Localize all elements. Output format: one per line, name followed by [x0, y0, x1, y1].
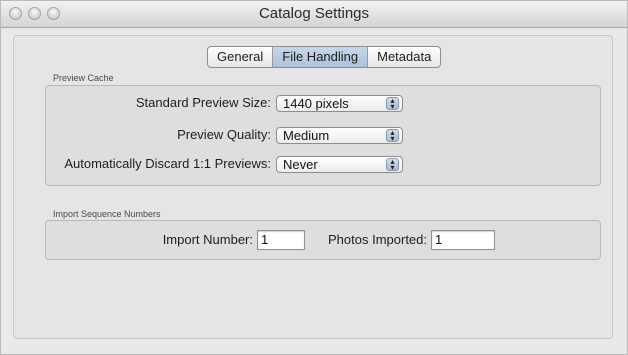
catalog-settings-window: Catalog Settings General File Handling M…: [0, 0, 628, 355]
preview-quality-label: Preview Quality:: [177, 127, 271, 142]
import-number-field[interactable]: 1: [257, 230, 305, 250]
standard-preview-size-select[interactable]: 1440 pixels ▴ ▾: [276, 95, 403, 112]
preview-cache-group-label: Preview Cache: [53, 73, 114, 83]
import-sequence-group-label: Import Sequence Numbers: [53, 209, 161, 219]
photos-imported-field[interactable]: 1: [431, 230, 495, 250]
preview-quality-value: Medium: [283, 128, 330, 143]
import-number-label: Import Number:: [162, 232, 253, 247]
tab-metadata[interactable]: Metadata: [368, 47, 440, 67]
tab-file-handling[interactable]: File Handling: [273, 47, 369, 67]
select-arrows-icon: ▴ ▾: [386, 158, 399, 172]
preview-quality-select[interactable]: Medium ▴ ▾: [276, 127, 403, 144]
tab-general[interactable]: General: [208, 47, 274, 67]
select-arrows-icon: ▴ ▾: [386, 97, 399, 111]
standard-preview-size-label: Standard Preview Size:: [135, 95, 271, 110]
tab-bar: General File Handling Metadata: [207, 46, 442, 68]
discard-previews-select[interactable]: Never ▴ ▾: [276, 156, 403, 173]
photos-imported-label: Photos Imported:: [328, 232, 427, 247]
discard-previews-label: Automatically Discard 1:1 Previews:: [64, 156, 271, 171]
title-bar: Catalog Settings: [1, 1, 627, 28]
select-arrows-icon: ▴ ▾: [386, 129, 399, 143]
standard-preview-size-value: 1440 pixels: [283, 96, 349, 111]
discard-previews-value: Never: [283, 157, 318, 172]
window-title: Catalog Settings: [258, 5, 370, 22]
